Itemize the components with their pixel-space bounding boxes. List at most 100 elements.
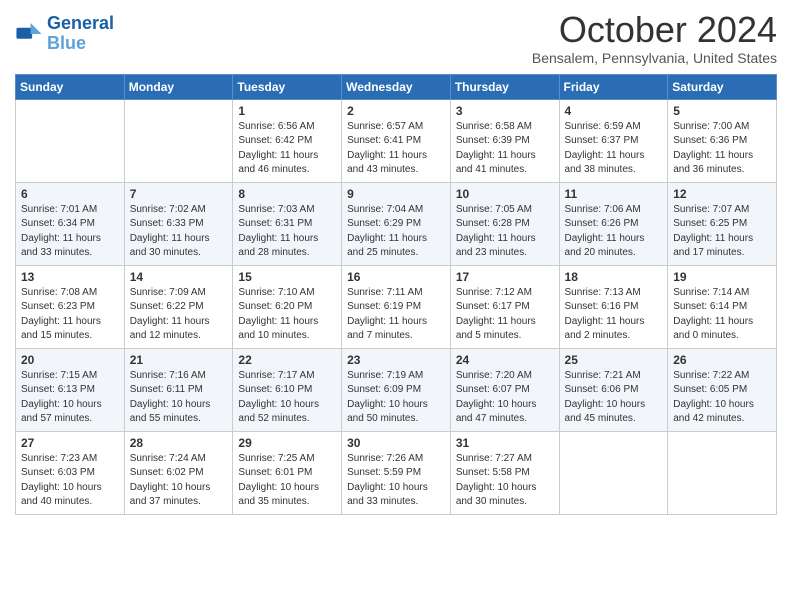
calendar-cell: 21 Sunrise: 7:16 AM Sunset: 6:11 PM Dayli… bbox=[124, 348, 233, 431]
day-info: Sunrise: 7:08 AM Sunset: 6:23 PM Dayligh… bbox=[21, 286, 119, 344]
calendar-cell: 4 Sunrise: 6:59 AM Sunset: 6:37 PM Daylig… bbox=[559, 99, 668, 182]
day-number: 23 bbox=[347, 353, 445, 367]
logo-line2: Blue bbox=[47, 33, 86, 53]
logo: General Blue bbox=[15, 14, 114, 54]
title-block: October 2024 Bensalem, Pennsylvania, Uni… bbox=[532, 10, 777, 66]
calendar-cell bbox=[559, 431, 668, 514]
day-number: 22 bbox=[238, 353, 336, 367]
day-number: 26 bbox=[673, 353, 771, 367]
day-number: 3 bbox=[456, 104, 554, 118]
day-info: Sunrise: 7:15 AM Sunset: 6:13 PM Dayligh… bbox=[21, 369, 119, 427]
page-header: General Blue October 2024 Bensalem, Penn… bbox=[15, 10, 777, 66]
calendar-cell: 13 Sunrise: 7:08 AM Sunset: 6:23 PM Dayli… bbox=[16, 265, 125, 348]
day-info: Sunrise: 7:20 AM Sunset: 6:07 PM Dayligh… bbox=[456, 369, 554, 427]
calendar-cell bbox=[124, 99, 233, 182]
day-info: Sunrise: 7:25 AM Sunset: 6:01 PM Dayligh… bbox=[238, 452, 336, 510]
weekday-header-monday: Monday bbox=[124, 74, 233, 99]
day-info: Sunrise: 7:19 AM Sunset: 6:09 PM Dayligh… bbox=[347, 369, 445, 427]
day-info: Sunrise: 7:14 AM Sunset: 6:14 PM Dayligh… bbox=[673, 286, 771, 344]
day-number: 10 bbox=[456, 187, 554, 201]
week-row-4: 20Sunrise: 7:15 AM Sunset: 6:13 PM Dayli… bbox=[16, 348, 777, 431]
calendar-cell: 16 Sunrise: 7:11 AM Sunset: 6:19 PM Dayli… bbox=[342, 265, 451, 348]
day-number: 9 bbox=[347, 187, 445, 201]
calendar-cell: 23 Sunrise: 7:19 AM Sunset: 6:09 PM Dayli… bbox=[342, 348, 451, 431]
day-number: 13 bbox=[21, 270, 119, 284]
day-number: 21 bbox=[130, 353, 228, 367]
calendar-cell: 15 Sunrise: 7:10 AM Sunset: 6:20 PM Dayli… bbox=[233, 265, 342, 348]
day-info: Sunrise: 6:58 AM Sunset: 6:39 PM Dayligh… bbox=[456, 120, 554, 178]
day-number: 30 bbox=[347, 436, 445, 450]
day-number: 1 bbox=[238, 104, 336, 118]
calendar-table: SundayMondayTuesdayWednesdayThursdayFrid… bbox=[15, 74, 777, 515]
day-number: 4 bbox=[565, 104, 663, 118]
calendar-cell: 18Sunrise: 7:13 AM Sunset: 6:16 PM Dayli… bbox=[559, 265, 668, 348]
calendar-cell: 8Sunrise: 7:03 AM Sunset: 6:31 PM Daylig… bbox=[233, 182, 342, 265]
day-info: Sunrise: 7:04 AM Sunset: 6:29 PM Dayligh… bbox=[347, 203, 445, 261]
day-number: 2 bbox=[347, 104, 445, 118]
calendar-cell: 5 Sunrise: 7:00 AM Sunset: 6:36 PM Daylig… bbox=[668, 99, 777, 182]
day-number: 14 bbox=[130, 270, 228, 284]
weekday-header-tuesday: Tuesday bbox=[233, 74, 342, 99]
calendar-cell: 31 Sunrise: 7:27 AM Sunset: 5:58 PM Dayli… bbox=[450, 431, 559, 514]
logo-line1: General bbox=[47, 13, 114, 33]
calendar-cell: 10Sunrise: 7:05 AM Sunset: 6:28 PM Dayli… bbox=[450, 182, 559, 265]
day-info: Sunrise: 6:59 AM Sunset: 6:37 PM Dayligh… bbox=[565, 120, 663, 178]
day-info: Sunrise: 6:57 AM Sunset: 6:41 PM Dayligh… bbox=[347, 120, 445, 178]
day-info: Sunrise: 7:03 AM Sunset: 6:31 PM Dayligh… bbox=[238, 203, 336, 261]
calendar-cell: 17 Sunrise: 7:12 AM Sunset: 6:17 PM Dayli… bbox=[450, 265, 559, 348]
calendar-cell: 25 Sunrise: 7:21 AM Sunset: 6:06 PM Dayli… bbox=[559, 348, 668, 431]
location-subtitle: Bensalem, Pennsylvania, United States bbox=[532, 50, 777, 66]
day-info: Sunrise: 7:16 AM Sunset: 6:11 PM Dayligh… bbox=[130, 369, 228, 427]
day-info: Sunrise: 7:21 AM Sunset: 6:06 PM Dayligh… bbox=[565, 369, 663, 427]
day-info: Sunrise: 7:12 AM Sunset: 6:17 PM Dayligh… bbox=[456, 286, 554, 344]
week-row-2: 6Sunrise: 7:01 AM Sunset: 6:34 PM Daylig… bbox=[16, 182, 777, 265]
week-row-5: 27 Sunrise: 7:23 AM Sunset: 6:03 PM Dayli… bbox=[16, 431, 777, 514]
calendar-cell: 28Sunrise: 7:24 AM Sunset: 6:02 PM Dayli… bbox=[124, 431, 233, 514]
day-number: 18 bbox=[565, 270, 663, 284]
calendar-cell: 12 Sunrise: 7:07 AM Sunset: 6:25 PM Dayli… bbox=[668, 182, 777, 265]
day-info: Sunrise: 7:01 AM Sunset: 6:34 PM Dayligh… bbox=[21, 203, 119, 261]
calendar-cell: 29 Sunrise: 7:25 AM Sunset: 6:01 PM Dayli… bbox=[233, 431, 342, 514]
day-info: Sunrise: 7:27 AM Sunset: 5:58 PM Dayligh… bbox=[456, 452, 554, 510]
calendar-cell: 14Sunrise: 7:09 AM Sunset: 6:22 PM Dayli… bbox=[124, 265, 233, 348]
day-info: Sunrise: 7:00 AM Sunset: 6:36 PM Dayligh… bbox=[673, 120, 771, 178]
day-number: 17 bbox=[456, 270, 554, 284]
logo-icon bbox=[15, 23, 43, 45]
week-row-3: 13 Sunrise: 7:08 AM Sunset: 6:23 PM Dayli… bbox=[16, 265, 777, 348]
calendar-cell: 24 Sunrise: 7:20 AM Sunset: 6:07 PM Dayli… bbox=[450, 348, 559, 431]
calendar-cell: 20Sunrise: 7:15 AM Sunset: 6:13 PM Dayli… bbox=[16, 348, 125, 431]
day-info: Sunrise: 7:02 AM Sunset: 6:33 PM Dayligh… bbox=[130, 203, 228, 261]
day-number: 24 bbox=[456, 353, 554, 367]
day-info: Sunrise: 7:06 AM Sunset: 6:26 PM Dayligh… bbox=[565, 203, 663, 261]
day-number: 27 bbox=[21, 436, 119, 450]
day-number: 16 bbox=[347, 270, 445, 284]
weekday-header-friday: Friday bbox=[559, 74, 668, 99]
calendar-cell: 30 Sunrise: 7:26 AM Sunset: 5:59 PM Dayli… bbox=[342, 431, 451, 514]
calendar-cell: 1 Sunrise: 6:56 AM Sunset: 6:42 PM Daylig… bbox=[233, 99, 342, 182]
day-info: Sunrise: 7:26 AM Sunset: 5:59 PM Dayligh… bbox=[347, 452, 445, 510]
day-info: Sunrise: 6:56 AM Sunset: 6:42 PM Dayligh… bbox=[238, 120, 336, 178]
day-number: 29 bbox=[238, 436, 336, 450]
day-info: Sunrise: 7:07 AM Sunset: 6:25 PM Dayligh… bbox=[673, 203, 771, 261]
day-info: Sunrise: 7:11 AM Sunset: 6:19 PM Dayligh… bbox=[347, 286, 445, 344]
day-number: 5 bbox=[673, 104, 771, 118]
day-number: 31 bbox=[456, 436, 554, 450]
day-info: Sunrise: 7:10 AM Sunset: 6:20 PM Dayligh… bbox=[238, 286, 336, 344]
calendar-cell: 3 Sunrise: 6:58 AM Sunset: 6:39 PM Daylig… bbox=[450, 99, 559, 182]
calendar-cell: 2 Sunrise: 6:57 AM Sunset: 6:41 PM Daylig… bbox=[342, 99, 451, 182]
weekday-header-wednesday: Wednesday bbox=[342, 74, 451, 99]
day-info: Sunrise: 7:23 AM Sunset: 6:03 PM Dayligh… bbox=[21, 452, 119, 510]
weekday-header-sunday: Sunday bbox=[16, 74, 125, 99]
day-number: 11 bbox=[565, 187, 663, 201]
month-title: October 2024 bbox=[532, 10, 777, 50]
day-number: 12 bbox=[673, 187, 771, 201]
calendar-cell: 11 Sunrise: 7:06 AM Sunset: 6:26 PM Dayli… bbox=[559, 182, 668, 265]
weekday-header-thursday: Thursday bbox=[450, 74, 559, 99]
day-number: 15 bbox=[238, 270, 336, 284]
day-number: 7 bbox=[130, 187, 228, 201]
calendar-cell: 9 Sunrise: 7:04 AM Sunset: 6:29 PM Daylig… bbox=[342, 182, 451, 265]
calendar-cell: 19 Sunrise: 7:14 AM Sunset: 6:14 PM Dayli… bbox=[668, 265, 777, 348]
day-number: 19 bbox=[673, 270, 771, 284]
calendar-cell bbox=[668, 431, 777, 514]
day-number: 25 bbox=[565, 353, 663, 367]
